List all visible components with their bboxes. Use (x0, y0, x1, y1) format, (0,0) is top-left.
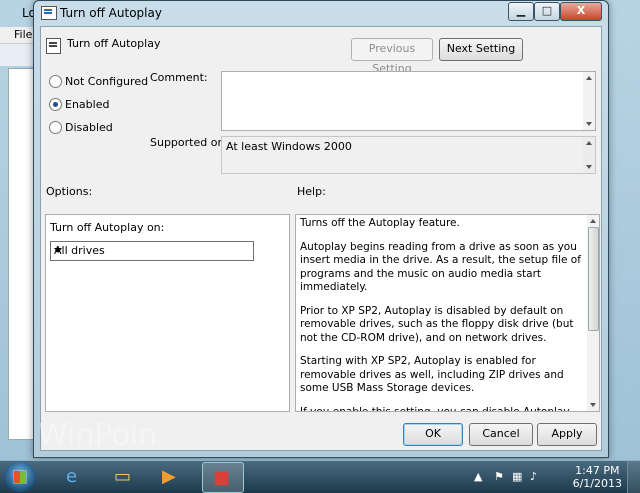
chevron-down-icon[interactable] (54, 248, 62, 253)
help-scrollbar[interactable] (587, 215, 599, 411)
comment-scrollbar[interactable] (583, 72, 595, 130)
show-desktop-button[interactable] (627, 461, 640, 493)
system-tray: ▲ ⚑ ▦ ♪ 1:47 PM 6/1/2013 (468, 461, 640, 493)
previous-setting-button[interactable]: Previous Setting (351, 38, 433, 75)
radio-enabled-label: Enabled (65, 98, 110, 111)
menu-file[interactable]: File (14, 28, 32, 41)
start-button[interactable] (4, 462, 36, 492)
taskbar-media-player[interactable]: ▶ (152, 462, 192, 491)
next-setting-button[interactable]: Next Setting (439, 38, 523, 61)
dropdown-label: Turn off Autoplay on: (50, 221, 165, 234)
help-paragraph: Prior to XP SP2, Autoplay is disabled by… (300, 304, 574, 344)
scroll-up-icon[interactable] (586, 141, 592, 145)
clock[interactable]: 1:47 PM 6/1/2013 (573, 464, 622, 490)
taskbar-internet-explorer[interactable]: e (56, 462, 96, 491)
scroll-thumb[interactable] (588, 227, 599, 331)
policy-dialog: Turn off Autoplay ▁ □ X Turn off Autopla… (33, 0, 609, 458)
options-header: Options: (46, 185, 93, 198)
internet-explorer-icon: e (66, 466, 78, 487)
dialog-client: Turn off Autoplay Previous Setting Next … (40, 26, 602, 451)
help-panel: Turns off the Autoplay feature. Autoplay … (295, 214, 600, 412)
radio-disabled-label: Disabled (65, 121, 113, 134)
clock-date: 6/1/2013 (572, 477, 622, 490)
scroll-down-icon[interactable] (590, 403, 596, 407)
cancel-button[interactable]: Cancel (469, 423, 533, 446)
help-paragraph: Autoplay begins reading from a drive as … (300, 240, 581, 294)
help-paragraph: If you enable this setting, you can disa… (300, 405, 570, 412)
help-header: Help: (297, 185, 326, 198)
help-paragraph: Starting with XP SP2, Autoplay is enable… (300, 355, 564, 394)
close-button[interactable]: X (560, 2, 602, 21)
scroll-down-icon[interactable] (586, 122, 592, 126)
comment-field[interactable] (221, 71, 596, 131)
comment-label: Comment: (150, 71, 208, 84)
supported-scrollbar[interactable] (583, 137, 595, 173)
maximize-button[interactable]: □ (534, 2, 560, 21)
volume-icon[interactable]: ♪ (530, 470, 537, 483)
folder-icon: ▭ (114, 466, 132, 487)
toolbox-icon: ■ (213, 467, 231, 488)
autoplay-drives-select[interactable]: All drives (50, 241, 254, 261)
radio-enabled-circle[interactable] (49, 98, 62, 111)
clock-time: 1:47 PM (575, 464, 620, 477)
media-player-icon: ▶ (162, 466, 176, 487)
radio-not-configured-circle[interactable] (49, 75, 62, 88)
dialog-titlebar[interactable]: Turn off Autoplay ▁ □ X (34, 1, 608, 25)
help-paragraph: Turns off the Autoplay feature. (300, 217, 460, 229)
scroll-up-icon[interactable] (586, 76, 592, 80)
radio-not-configured-label: Not Configured (65, 75, 149, 88)
policy-settings-icon (41, 6, 57, 20)
ok-button[interactable]: OK (403, 423, 463, 446)
help-text: Turns off the Autoplay feature. Autoplay … (300, 217, 583, 412)
radio-disabled-circle[interactable] (49, 121, 62, 134)
supported-on-value: At least Windows 2000 (226, 140, 352, 153)
show-hidden-icons-icon[interactable]: ▲ (474, 470, 482, 483)
options-panel: Turn off Autoplay on: All drives (45, 214, 290, 412)
network-icon[interactable]: ▦ (512, 470, 522, 483)
scroll-up-icon[interactable] (590, 219, 596, 223)
taskbar-explorer[interactable]: ▭ (104, 462, 144, 491)
watermark: WinPoin (38, 418, 158, 453)
apply-button[interactable]: Apply (537, 423, 597, 446)
policy-icon (46, 38, 61, 54)
dialog-title: Turn off Autoplay (60, 6, 162, 20)
supported-on-field: At least Windows 2000 (221, 136, 596, 174)
minimize-button[interactable]: ▁ (508, 2, 534, 21)
taskbar: e ▭ ▶ ■ ▲ ⚑ ▦ ♪ 1:47 PM 6/1/2013 (0, 460, 640, 493)
taskbar-policy-editor[interactable]: ■ (202, 462, 244, 493)
action-center-flag-icon[interactable]: ⚑ (494, 470, 504, 483)
supported-on-label: Supported on: (150, 136, 229, 149)
scroll-down-icon[interactable] (586, 165, 592, 169)
policy-name: Turn off Autoplay (67, 37, 161, 50)
